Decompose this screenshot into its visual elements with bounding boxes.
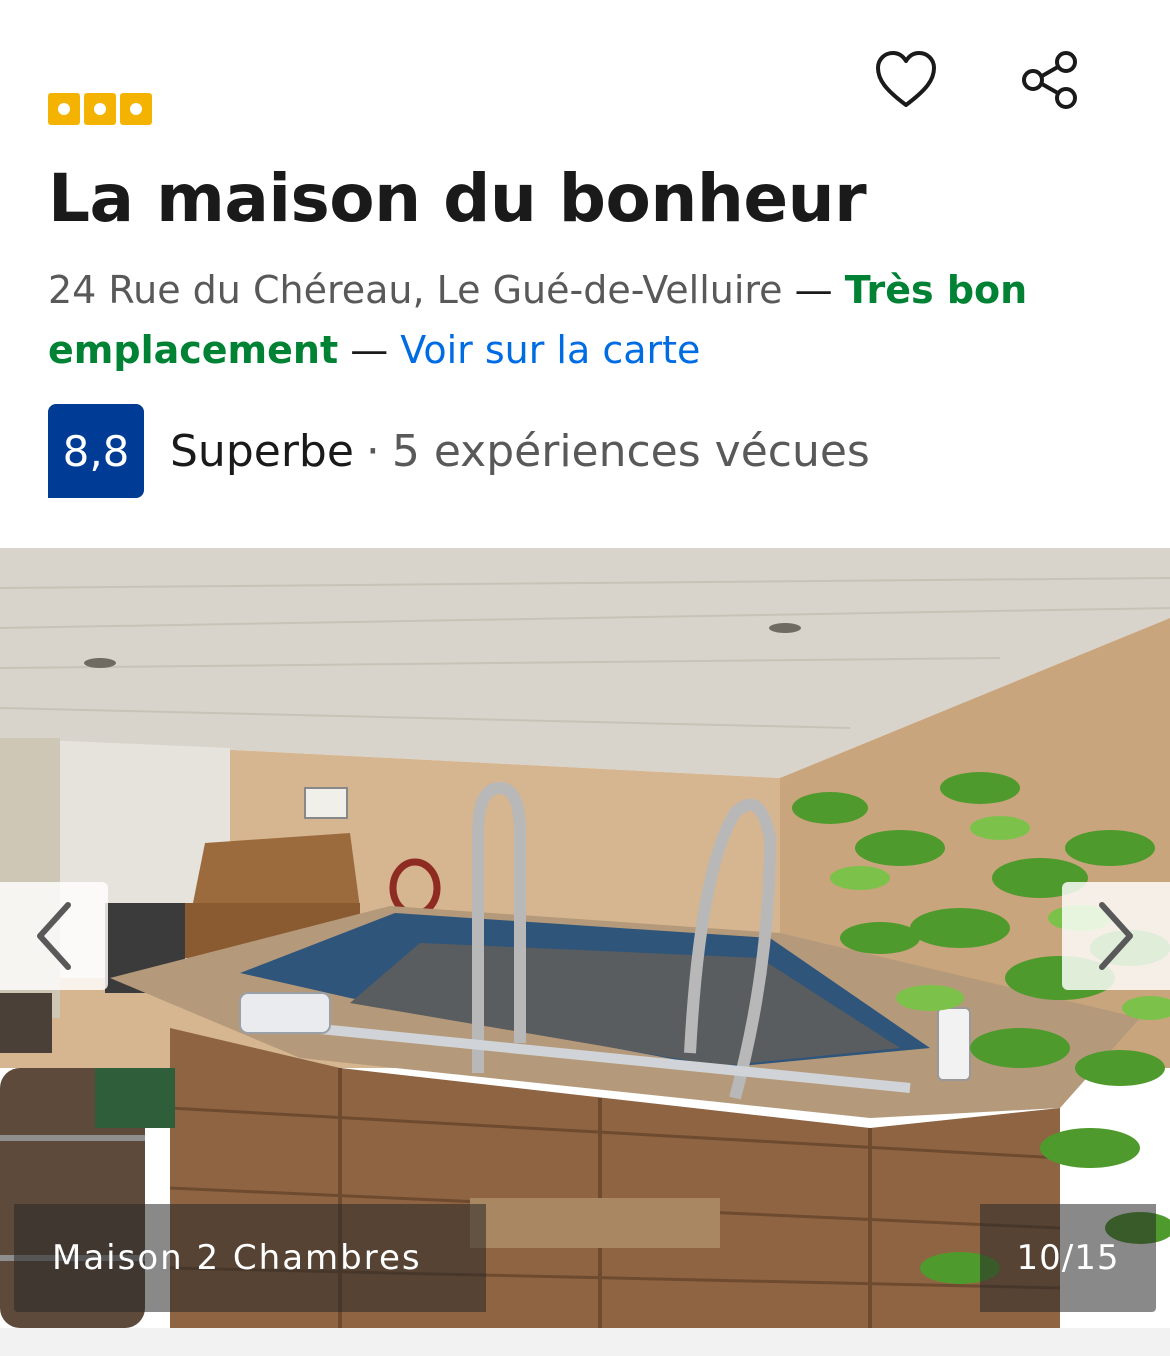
share-button[interactable] bbox=[1016, 46, 1084, 114]
separator: — bbox=[782, 268, 845, 312]
address-text: 24 Rue du Chéreau, Le Gué-de-Velluire bbox=[48, 268, 783, 312]
review-score-word: Superbe bbox=[170, 425, 354, 477]
chevron-right-icon bbox=[1099, 902, 1133, 970]
photo-caption-text: Maison 2 Chambres bbox=[52, 1238, 422, 1278]
view-on-map-link[interactable]: Voir sur la carte bbox=[400, 328, 700, 372]
address-line: 24 Rue du Chéreau, Le Gué-de-Velluire — … bbox=[48, 260, 1128, 380]
separator: — bbox=[338, 328, 401, 372]
review-score-badge: 8,8 bbox=[48, 404, 144, 498]
property-title: La maison du bonheur bbox=[48, 160, 867, 237]
property-header: La maison du bonheur 24 Rue du Chéreau, … bbox=[0, 0, 1170, 548]
photo-counter-text: 10/15 bbox=[1016, 1238, 1120, 1278]
section-divider bbox=[0, 1328, 1170, 1356]
star-icon bbox=[84, 93, 116, 125]
chevron-left-icon bbox=[37, 902, 71, 970]
heart-outline-icon bbox=[876, 51, 936, 107]
star-rating bbox=[48, 93, 152, 125]
next-photo-button[interactable] bbox=[1062, 882, 1170, 990]
favorite-button[interactable] bbox=[872, 46, 940, 114]
star-icon bbox=[120, 93, 152, 125]
previous-photo-button[interactable] bbox=[0, 882, 108, 990]
photo-caption: Maison 2 Chambres bbox=[14, 1204, 486, 1312]
share-icon bbox=[1022, 51, 1077, 109]
photo-gallery[interactable]: Maison 2 Chambres 10/15 bbox=[0, 548, 1170, 1328]
review-count: 5 expériences vécues bbox=[391, 425, 870, 477]
bullet-separator: · bbox=[365, 425, 380, 477]
review-summary[interactable]: 8,8 Superbe · 5 expériences vécues bbox=[48, 404, 870, 498]
photo-counter: 10/15 bbox=[980, 1204, 1156, 1312]
star-icon bbox=[48, 93, 80, 125]
